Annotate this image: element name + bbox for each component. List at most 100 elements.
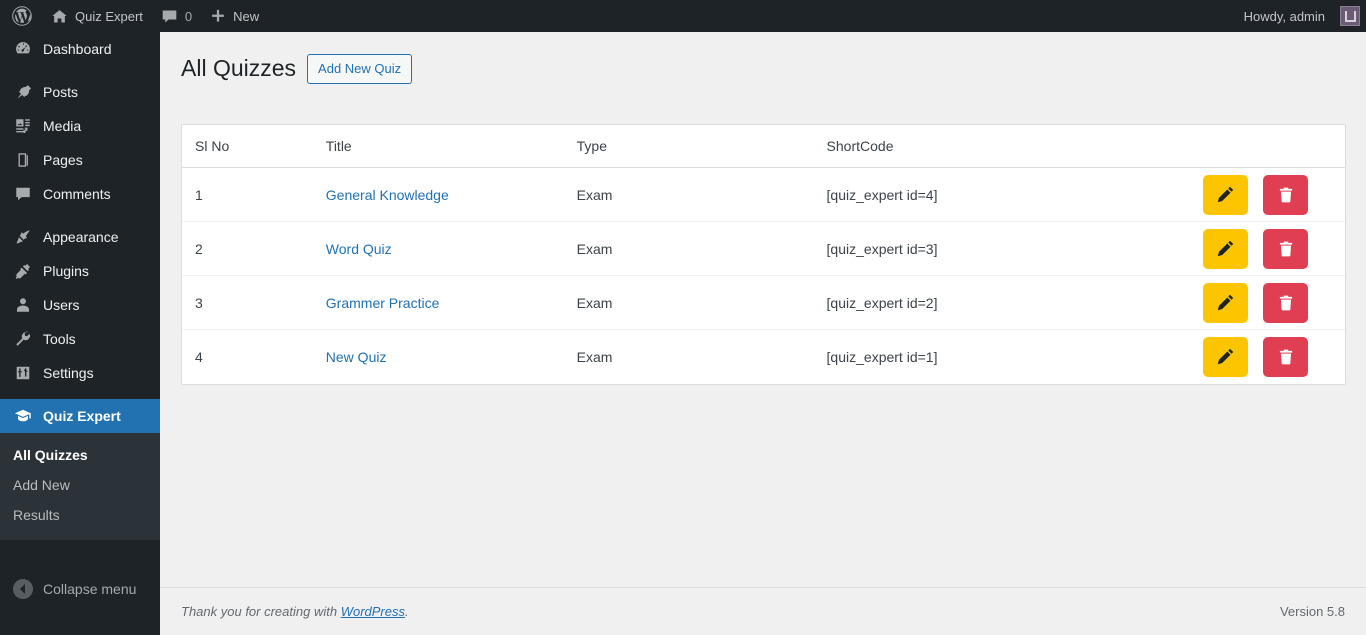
collapse-menu-button[interactable]: Collapse menu [0, 579, 136, 599]
edit-quiz-button[interactable] [1203, 282, 1249, 323]
cell-actions [1203, 275, 1345, 330]
table-row: 3 Grammer Practice Exam [quiz_expert id=… [182, 275, 1345, 330]
table-body: 1 General Knowledge Exam [quiz_expert id… [182, 167, 1345, 384]
page-header: All Quizzes Add New Quiz [160, 32, 1366, 84]
delete-quiz-button[interactable] [1263, 336, 1309, 377]
cell-shortcode: [quiz_expert id=4] [826, 167, 1204, 222]
sidebar-subitem-add-new[interactable]: Add New [0, 470, 160, 500]
sidebar-item-tools[interactable]: Tools [0, 322, 160, 356]
delete-quiz-button[interactable] [1263, 282, 1309, 323]
quiz-expert-submenu: All Quizzes Add New Results [0, 433, 160, 540]
cell-sl-no: 2 [182, 221, 326, 276]
sidebar-item-label: Pages [43, 152, 83, 168]
quiz-title-link[interactable]: Grammer Practice [326, 295, 440, 311]
sidebar-item-appearance[interactable]: Appearance [0, 220, 160, 254]
edit-quiz-button[interactable] [1203, 228, 1249, 269]
sidebar-item-label: Posts [43, 84, 79, 100]
cell-title: New Quiz [326, 330, 577, 384]
admin-bar-right: Howdy, admin [1235, 0, 1366, 32]
sidebar-item-settings[interactable]: Settings [0, 356, 160, 390]
sidebar-item-quiz-expert[interactable]: Quiz Expert [0, 399, 168, 433]
cell-type: Exam [576, 167, 827, 222]
table-header-row: Sl No Title Type ShortCode [182, 125, 1345, 168]
cell-title: General Knowledge [325, 167, 577, 222]
column-header-actions [1203, 125, 1345, 168]
sidebar-item-dashboard[interactable]: Dashboard [0, 32, 160, 66]
admin-footer: Thank you for creating with WordPress. V… [160, 587, 1366, 635]
trash-icon [1277, 186, 1295, 204]
tools-wrench-icon [13, 329, 33, 349]
sidebar-item-label: Plugins [43, 263, 89, 279]
sidebar-divider [0, 390, 160, 399]
column-header-shortcode: ShortCode [826, 125, 1204, 168]
main-content: All Quizzes Add New Quiz Sl No Title Typ… [160, 32, 1366, 635]
new-content-button[interactable]: New [201, 0, 268, 32]
comments-count: 0 [184, 8, 193, 24]
trash-icon [1277, 348, 1295, 366]
quizzes-table-container: Sl No Title Type ShortCode 1 General Kno… [181, 124, 1346, 385]
sidebar-item-plugins[interactable]: Plugins [0, 254, 160, 288]
comments-button[interactable]: 0 [152, 0, 201, 32]
table-head: Sl No Title Type ShortCode [182, 125, 1345, 168]
delete-quiz-button[interactable] [1263, 228, 1309, 269]
home-icon [51, 8, 68, 25]
page-title: All Quizzes [181, 55, 297, 82]
sidebar-item-comments[interactable]: Comments [0, 177, 160, 211]
table-row: 4 New Quiz Exam [quiz_expert id=1] [182, 330, 1345, 384]
add-new-quiz-button[interactable]: Add New Quiz [307, 54, 413, 84]
edit-quiz-button[interactable] [1203, 174, 1249, 215]
sidebar-group-dashboard: Dashboard [0, 32, 160, 66]
sidebar-item-label: Users [43, 297, 80, 313]
quiz-title-link[interactable]: Word Quiz [326, 241, 392, 257]
sidebar-subitem-all-quizzes[interactable]: All Quizzes [0, 440, 160, 470]
pencil-icon [1216, 347, 1235, 366]
wordpress-link[interactable]: WordPress [341, 604, 405, 619]
sidebar-item-label: Quiz Expert [43, 408, 121, 424]
cell-title: Word Quiz [325, 221, 577, 276]
pencil-icon [1216, 239, 1235, 258]
sidebar-item-users[interactable]: Users [0, 288, 160, 322]
cell-type: Exam [576, 348, 613, 365]
avatar [1340, 6, 1360, 26]
appearance-brush-icon [13, 227, 33, 247]
pages-icon [13, 150, 33, 170]
graduation-cap-icon [13, 406, 33, 426]
footer-thanks-prefix: Thank you for creating with [181, 604, 341, 619]
row-actions [1203, 282, 1345, 323]
sidebar-subitem-results[interactable]: Results [0, 500, 160, 530]
admin-sidebar-menu: Dashboard Posts Media Pages Comments App… [0, 32, 168, 635]
site-name-label: Quiz Expert [75, 8, 143, 24]
trash-icon [1277, 294, 1295, 312]
site-name-button[interactable]: Quiz Expert [42, 0, 152, 32]
plugins-plug-icon [13, 261, 33, 281]
edit-quiz-button[interactable] [1203, 336, 1249, 377]
cell-type: Exam [576, 275, 827, 330]
row-actions [1203, 174, 1345, 215]
cell-shortcode: [quiz_expert id=2] [826, 275, 1204, 330]
column-header-type: Type [576, 125, 827, 168]
cell-actions [1203, 167, 1345, 222]
wordpress-logo-button[interactable] [0, 0, 42, 32]
pencil-icon [1216, 185, 1235, 204]
sidebar-group-content: Posts Media Pages Comments [0, 75, 160, 211]
cell-sl-no: 3 [182, 275, 326, 330]
dashboard-icon [13, 39, 33, 59]
quiz-title-link[interactable]: General Knowledge [326, 187, 449, 203]
delete-quiz-button[interactable] [1263, 174, 1309, 215]
cell-actions [1203, 221, 1345, 276]
users-icon [13, 295, 33, 315]
column-header-sl-no: Sl No [182, 125, 326, 168]
row-actions [1203, 336, 1345, 377]
quizzes-table: Sl No Title Type ShortCode 1 General Kno… [182, 125, 1345, 384]
sidebar-item-label: Comments [43, 186, 111, 202]
my-account-button[interactable]: Howdy, admin [1235, 0, 1360, 32]
sidebar-group-admin: Appearance Plugins Users Tools Settings [0, 220, 160, 390]
sidebar-item-label: Dashboard [43, 41, 112, 57]
sidebar-item-posts[interactable]: Posts [0, 75, 160, 109]
sidebar-item-media[interactable]: Media [0, 109, 160, 143]
footer-version: Version 5.8 [1279, 604, 1345, 619]
collapse-menu-label: Collapse menu [43, 581, 137, 597]
sidebar-item-pages[interactable]: Pages [0, 143, 160, 177]
quiz-title-link[interactable]: New Quiz [326, 349, 387, 365]
sidebar-item-label: Tools [43, 331, 76, 347]
